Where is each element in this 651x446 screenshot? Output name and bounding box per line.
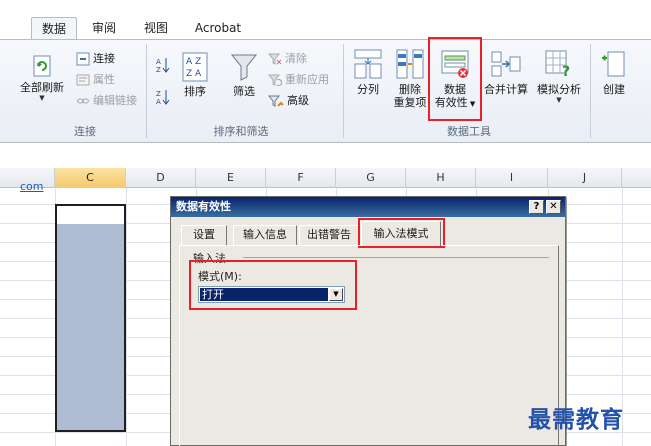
- ribbon: 全部刷新 ▼ 连接 属性 编辑链接 连接 AZ ZA A Z Z A 排序 筛选…: [0, 37, 651, 143]
- sort-label: 排序: [184, 85, 206, 98]
- what-if-icon: ?: [545, 50, 570, 80]
- consolidate-icon: [491, 51, 521, 77]
- chevron-down-icon: ▼: [39, 94, 45, 102]
- svg-text:A: A: [156, 98, 161, 106]
- reapply-button[interactable]: 重新应用: [268, 71, 329, 89]
- remove-duplicates-label-2: 重复项: [393, 96, 427, 109]
- reapply-label: 重新应用: [285, 73, 329, 86]
- consolidate-button[interactable]: 合并计算: [480, 48, 532, 96]
- tab-data[interactable]: 数据: [31, 17, 77, 39]
- edit-links-button[interactable]: 编辑链接: [76, 92, 137, 110]
- refresh-all-label: 全部刷新: [20, 81, 64, 94]
- refresh-icon: [33, 55, 51, 77]
- clear-filter-button[interactable]: 清除: [268, 50, 307, 68]
- column-header-h[interactable]: H: [406, 168, 476, 188]
- sort-za-icon: ZA: [156, 90, 170, 106]
- group-separator: [590, 44, 591, 138]
- advanced-filter-label: 高级: [287, 94, 309, 107]
- cell-b-fragment[interactable]: com: [20, 180, 44, 193]
- create-group-button[interactable]: 创建: [594, 48, 634, 96]
- remove-duplicates-button[interactable]: 删除 重复项: [388, 48, 432, 109]
- svg-text:Z: Z: [156, 66, 161, 74]
- watermark: 最需教育: [528, 406, 624, 433]
- dialog-title: 数据有效性: [171, 197, 565, 217]
- svg-text:Z A: Z A: [186, 69, 202, 79]
- filter-button[interactable]: 筛选: [226, 52, 262, 98]
- text-to-columns-label: 分列: [357, 83, 379, 96]
- column-header-e[interactable]: E: [196, 168, 266, 188]
- column-header-c[interactable]: C: [55, 168, 126, 188]
- group-label-sort-filter: 排序和筛选: [213, 125, 269, 138]
- excel-window: 数据 审阅 视图 Acrobat 全部刷新 ▼ 连接 属性 编辑链接 连接 A …: [0, 0, 651, 446]
- svg-text:Z: Z: [156, 90, 161, 98]
- column-header-g[interactable]: G: [336, 168, 406, 188]
- group-separator: [343, 44, 344, 138]
- properties-icon: [76, 74, 90, 86]
- tab-acrobat[interactable]: Acrobat: [188, 17, 248, 39]
- grid-line: [126, 188, 127, 446]
- refresh-all-button[interactable]: 全部刷新 ▼: [18, 54, 66, 102]
- sort-dialog-icon: A Z Z A: [182, 52, 208, 82]
- text-to-columns-button[interactable]: 分列: [350, 48, 386, 96]
- tab-error-alert[interactable]: 出错警告: [299, 225, 359, 245]
- data-validation-dialog: 数据有效性 ? ✕ 设置 输入信息 出错警告 输入法模式 输入法 模式(M): …: [170, 196, 566, 446]
- tab-view[interactable]: 视图: [136, 17, 176, 39]
- advanced-filter-button[interactable]: 高级: [268, 92, 309, 110]
- filter-label: 筛选: [233, 85, 255, 98]
- ribbon-tab-bar: 数据 审阅 视图 Acrobat: [0, 0, 651, 40]
- tab-ime-mode[interactable]: 输入法模式: [361, 221, 441, 246]
- connections-label: 连接: [93, 52, 115, 65]
- selected-range-c[interactable]: [55, 204, 126, 432]
- reapply-icon: [268, 74, 282, 86]
- highlight-data-validation: [428, 37, 482, 121]
- svg-text:A: A: [156, 58, 161, 66]
- column-header-d[interactable]: D: [126, 168, 196, 188]
- close-button[interactable]: ✕: [546, 200, 561, 214]
- group-separator: [146, 44, 147, 138]
- tab-input-message[interactable]: 输入信息: [233, 225, 297, 245]
- sort-az-icon: AZ: [156, 58, 170, 74]
- advanced-filter-icon: [268, 95, 284, 107]
- create-label: 创建: [603, 83, 625, 96]
- properties-button[interactable]: 属性: [76, 71, 115, 89]
- consolidate-label: 合并计算: [484, 83, 528, 96]
- sort-ascending-button[interactable]: AZ: [156, 56, 170, 74]
- connections-button[interactable]: 连接: [76, 50, 115, 68]
- column-header-i[interactable]: I: [476, 168, 548, 188]
- column-header-row: C D E F G H I J: [0, 168, 651, 188]
- properties-label: 属性: [93, 73, 115, 86]
- what-if-analysis-button[interactable]: ? 模拟分析 ▼: [532, 48, 586, 104]
- clear-filter-label: 清除: [285, 52, 307, 65]
- connections-icon: [76, 52, 90, 66]
- column-header-f[interactable]: F: [266, 168, 336, 188]
- section-divider: [243, 257, 549, 258]
- group-icon: [602, 51, 625, 77]
- highlight-mode-field: [189, 260, 357, 310]
- help-button[interactable]: ?: [529, 200, 544, 214]
- tab-settings[interactable]: 设置: [181, 225, 227, 245]
- remove-duplicates-icon: [396, 49, 424, 79]
- link-icon: [77, 98, 89, 104]
- edit-links-label: 编辑链接: [93, 94, 137, 107]
- sort-descending-button[interactable]: ZA: [156, 88, 170, 106]
- chevron-down-icon: ▼: [556, 96, 562, 104]
- column-header-j[interactable]: J: [548, 168, 622, 188]
- svg-text:A Z: A Z: [186, 57, 201, 67]
- group-label-data-tools: 数据工具: [447, 125, 491, 138]
- filter-icon: [230, 54, 258, 81]
- group-label-connections: 连接: [74, 125, 96, 138]
- sort-button[interactable]: A Z Z A 排序: [178, 52, 212, 98]
- svg-text:?: ?: [562, 64, 570, 80]
- active-cell[interactable]: [57, 206, 124, 224]
- remove-duplicates-label-1: 删除: [399, 83, 421, 96]
- what-if-label: 模拟分析: [537, 83, 581, 96]
- clear-filter-icon: [268, 53, 282, 65]
- text-to-columns-icon: [354, 49, 382, 79]
- tab-review[interactable]: 审阅: [84, 17, 124, 39]
